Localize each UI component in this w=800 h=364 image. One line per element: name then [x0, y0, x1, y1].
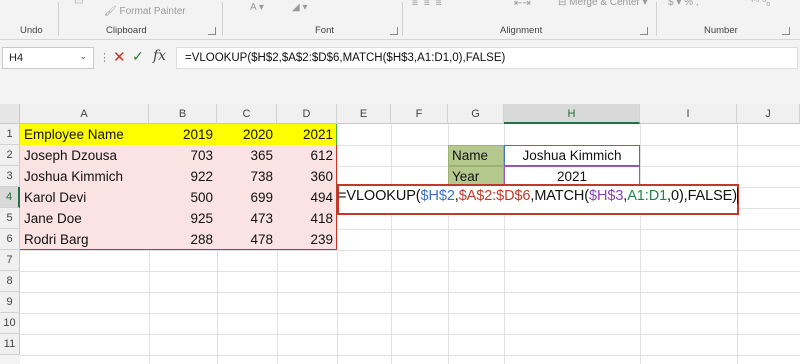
table-cell[interactable]: 365	[217, 145, 277, 166]
row-header-2[interactable]: 2	[0, 145, 20, 166]
decimal-icons[interactable]: ⁺⁰ ⁰₀	[750, 0, 770, 8]
row-header-11[interactable]: 11	[0, 334, 20, 355]
column-header-a[interactable]: A	[20, 104, 149, 124]
row-header-9[interactable]: 9	[0, 292, 20, 313]
enter-check-icon[interactable]: ✓	[132, 48, 144, 65]
gridline	[20, 355, 800, 356]
alignment-launcher-icon[interactable]	[640, 27, 648, 35]
row-header-7[interactable]: 7	[0, 250, 20, 271]
separator	[222, 2, 223, 36]
gridline	[20, 271, 800, 272]
font-launcher-icon[interactable]	[390, 27, 398, 35]
table-cell[interactable]: 738	[217, 166, 277, 187]
formula-bar: H4 ⌄ ⋮ ✕ ✓ fx =VLOOKUP($H$2,$A$2:$D$6,MA…	[0, 45, 800, 71]
table-cell[interactable]: Joseph Dzousa	[20, 145, 149, 166]
ribbon: ▭ 🖌 Format Painter A ▾ ◢ ▾ ≡≡≡ ⇤⇥ ⊟ Merg…	[0, 0, 800, 40]
row-header-8[interactable]: 8	[0, 271, 20, 292]
more-icon: ⋮	[99, 52, 110, 64]
text-caret	[736, 188, 738, 205]
table-cell[interactable]: 418	[277, 208, 337, 229]
align-icons[interactable]: ≡≡≡	[412, 0, 448, 9]
column-header-f[interactable]: F	[391, 104, 448, 124]
in-cell-formula[interactable]: =VLOOKUP($H$2,$A$2:$D$6,MATCH($H$3,A1:D1…	[338, 188, 738, 205]
group-label-number: Number	[704, 25, 738, 36]
fill-color-icon[interactable]: ◢ ▾	[292, 2, 308, 13]
name-value: Joshua Kimmich	[522, 148, 622, 163]
table-cell[interactable]: 288	[149, 229, 217, 250]
merge-center-button[interactable]: ⊟ Merge & Center ▾	[558, 0, 648, 8]
header-cell-name[interactable]: Employee Name	[20, 124, 149, 145]
brush-icon: 🖌	[104, 6, 117, 17]
insert-function-icon[interactable]: fx	[153, 48, 166, 64]
gridline	[20, 250, 800, 251]
separator	[58, 2, 59, 36]
table-cell[interactable]: 699	[217, 187, 277, 208]
header-cell-2021[interactable]: 2021	[277, 124, 337, 145]
cancel-icon[interactable]: ✕	[113, 48, 126, 66]
chevron-down-icon[interactable]: ⌄	[79, 51, 87, 62]
table-cell[interactable]: 360	[277, 166, 337, 187]
separator	[402, 2, 403, 36]
format-painter-button[interactable]: 🖌 Format Painter	[104, 6, 186, 17]
gridline	[20, 334, 800, 335]
table-cell[interactable]: Joshua Kimmich	[20, 166, 149, 187]
table-cell[interactable]: 922	[149, 166, 217, 187]
table-cell[interactable]: 473	[217, 208, 277, 229]
column-header-i[interactable]: I	[640, 104, 737, 124]
row-header-4[interactable]: 4	[0, 187, 20, 208]
table-cell[interactable]: 612	[277, 145, 337, 166]
name-label: Name	[452, 148, 489, 163]
table-cell[interactable]: 494	[277, 187, 337, 208]
group-label-undo: Undo	[20, 25, 43, 36]
column-header-d[interactable]: D	[277, 104, 337, 124]
name-box[interactable]: H4 ⌄	[2, 47, 94, 69]
header-cell-2020[interactable]: 2020	[217, 124, 277, 145]
row-header-5[interactable]: 5	[0, 208, 20, 229]
table-cell[interactable]: Rodri Barg	[20, 229, 149, 250]
gridline	[737, 124, 738, 364]
formula-input[interactable]: =VLOOKUP($H$2,$A$2:$D$6,MATCH($H$3,A1:D1…	[176, 47, 798, 69]
row-header-1[interactable]: 1	[0, 124, 20, 145]
font-color-icon[interactable]: A ▾	[250, 2, 264, 13]
row-header-10[interactable]: 10	[0, 313, 20, 334]
table-cell[interactable]: Karol Devi	[20, 187, 149, 208]
clipboard-launcher-icon[interactable]	[208, 27, 216, 35]
group-label-clipboard: Clipboard	[106, 25, 147, 36]
header-cell-2019[interactable]: 2019	[149, 124, 217, 145]
gridline	[20, 313, 800, 314]
column-header-e[interactable]: E	[337, 104, 391, 124]
row-header-6[interactable]: 6	[0, 229, 20, 250]
column-header-h[interactable]: H	[504, 104, 640, 124]
separator	[656, 2, 657, 36]
number-launcher-icon[interactable]	[782, 27, 790, 35]
select-all-corner[interactable]	[0, 104, 20, 124]
group-label-alignment: Alignment	[500, 25, 543, 36]
row-header-3[interactable]: 3	[0, 166, 20, 187]
indent-icons[interactable]: ⇤⇥	[514, 0, 531, 9]
column-header-b[interactable]: B	[149, 104, 217, 124]
table-cell[interactable]: 478	[217, 229, 277, 250]
column-header-c[interactable]: C	[217, 104, 277, 124]
gridline	[20, 292, 800, 293]
paste-icon[interactable]: ▭	[74, 0, 83, 7]
column-header-j[interactable]: J	[737, 104, 800, 124]
gridline	[337, 124, 338, 364]
gridline	[391, 124, 392, 364]
table-cell[interactable]: 703	[149, 145, 217, 166]
group-label-font: Font	[315, 25, 335, 36]
table-cell[interactable]: 925	[149, 208, 217, 229]
table-cell[interactable]: 500	[149, 187, 217, 208]
gridline	[640, 124, 641, 364]
table-cell[interactable]: Jane Doe	[20, 208, 149, 229]
accounting-format-icon[interactable]: $ ▾ % ,	[668, 0, 699, 8]
column-header-g[interactable]: G	[448, 104, 504, 124]
table-cell[interactable]: 239	[277, 229, 337, 250]
